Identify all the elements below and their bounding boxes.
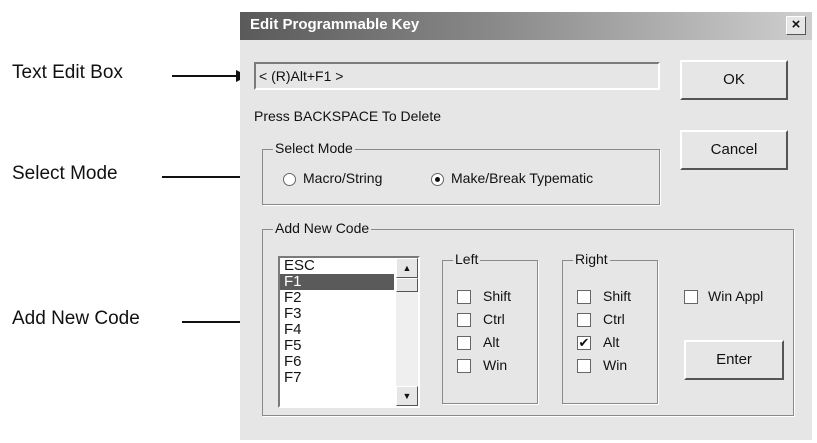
code-listbox[interactable]: ESC F1 F2 F3 F4 F5 F6 F7 ▲ ▼	[278, 256, 420, 408]
left-alt-checkbox[interactable]	[457, 336, 471, 350]
list-item[interactable]: F4	[280, 322, 394, 338]
scroll-up-button[interactable]: ▲	[396, 258, 418, 278]
list-item[interactable]: F6	[280, 354, 394, 370]
list-item[interactable]: F7	[280, 370, 394, 386]
win-appl-checkbox[interactable]	[684, 290, 698, 304]
close-button[interactable]: ×	[786, 16, 806, 35]
scroll-thumb[interactable]	[396, 278, 418, 292]
list-item[interactable]: F2	[280, 290, 394, 306]
left-shift-checkbox[interactable]	[457, 290, 471, 304]
cancel-button[interactable]: Cancel	[680, 130, 788, 170]
right-shift-label: Shift	[603, 288, 632, 304]
right-ctrl-checkbox[interactable]	[577, 313, 591, 327]
select-mode-group: Select Mode Macro/String Make/Break Type…	[262, 140, 660, 205]
scroll-down-button[interactable]: ▼	[396, 386, 418, 406]
callout-text-edit-box: Text Edit Box	[12, 62, 123, 83]
list-item[interactable]: F3	[280, 306, 394, 322]
dialog-title: Edit Programmable Key	[250, 16, 420, 33]
arrow-up-icon: ▲	[402, 263, 412, 273]
select-mode-legend: Select Mode	[273, 140, 355, 156]
backspace-hint: Press BACKSPACE To Delete	[254, 108, 442, 124]
left-win-checkbox[interactable]	[457, 359, 471, 373]
right-win-checkbox[interactable]	[577, 359, 591, 373]
add-new-code-legend: Add New Code	[273, 220, 372, 236]
text-edit-box[interactable]: < (R)Alt+F1 >	[254, 62, 660, 90]
list-item[interactable]: F5	[280, 338, 394, 354]
list-scrollbar[interactable]: ▲ ▼	[396, 258, 418, 406]
right-alt-checkbox[interactable]: ✔	[577, 336, 591, 350]
left-modifiers-group: Left Shift Ctrl Alt Win	[442, 251, 538, 404]
right-win-label: Win	[603, 357, 628, 373]
right-ctrl-label: Ctrl	[603, 311, 625, 327]
right-shift-checkbox[interactable]	[577, 290, 591, 304]
left-shift-label: Shift	[483, 288, 512, 304]
ok-button[interactable]: OK	[680, 60, 788, 100]
checkmark-icon: ✔	[578, 335, 590, 350]
right-modifiers-group: Right Shift Ctrl ✔ Alt Win	[562, 251, 658, 404]
list-item-selected[interactable]: F1	[280, 274, 394, 290]
macro-string-radio[interactable]	[283, 173, 296, 186]
close-icon: ×	[791, 16, 801, 33]
left-alt-label: Alt	[483, 334, 500, 350]
title-bar[interactable]: Edit Programmable Key ×	[240, 12, 812, 40]
arrow-down-icon: ▼	[402, 391, 412, 401]
left-legend: Left	[453, 251, 481, 267]
make-break-typematic-label: Make/Break Typematic	[451, 170, 594, 186]
callout-select-mode: Select Mode	[12, 163, 118, 184]
left-ctrl-checkbox[interactable]	[457, 313, 471, 327]
right-legend: Right	[573, 251, 610, 267]
win-appl-label: Win Appl	[708, 288, 764, 304]
make-break-typematic-radio[interactable]	[431, 173, 444, 186]
left-ctrl-label: Ctrl	[483, 311, 505, 327]
list-item[interactable]: ESC	[280, 258, 394, 274]
macro-string-label: Macro/String	[303, 170, 383, 186]
enter-button[interactable]: Enter	[684, 340, 784, 380]
callout-add-new-code: Add New Code	[12, 308, 140, 329]
edit-programmable-key-dialog: Edit Programmable Key × < (R)Alt+F1 > Pr…	[240, 12, 812, 440]
left-win-label: Win	[483, 357, 508, 373]
callout-arrow	[172, 70, 248, 82]
right-alt-label: Alt	[603, 334, 620, 350]
